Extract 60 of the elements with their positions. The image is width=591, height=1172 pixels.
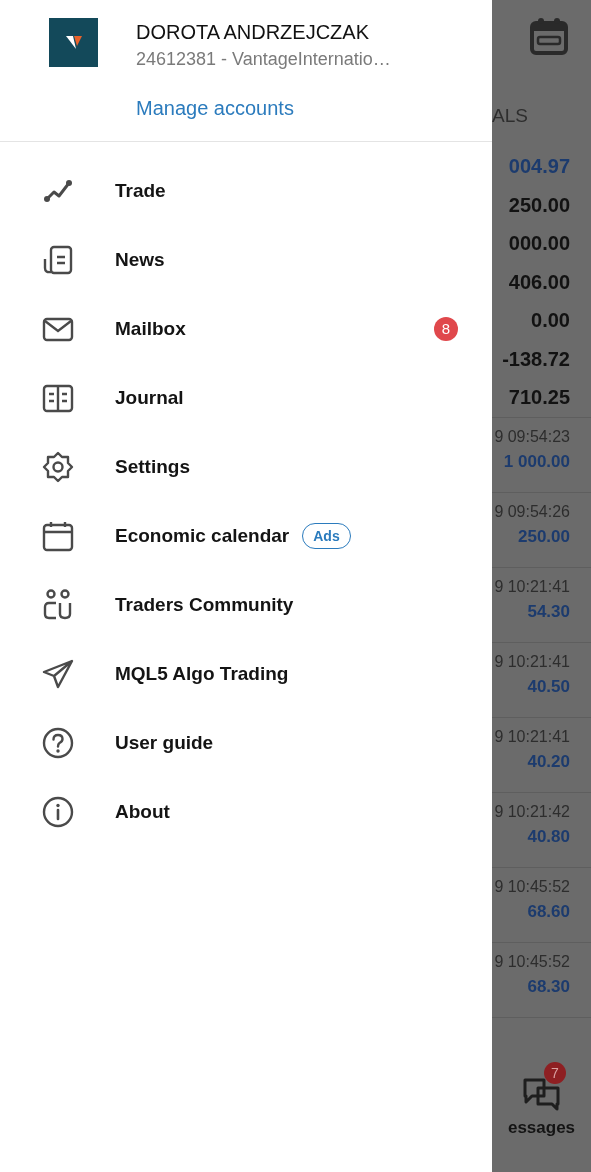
deal-time: 9 10:21:41 — [494, 577, 570, 596]
menu-label: Economic calendar — [115, 524, 290, 547]
menu-label: About — [115, 800, 170, 823]
summary-value: -138.72 — [502, 346, 570, 372]
menu-item[interactable]: News — [0, 225, 492, 294]
chat-icon — [521, 1076, 562, 1112]
deal-amount: 1 000.00 — [503, 451, 570, 472]
logo-icon — [49, 18, 98, 67]
deal-time: 9 10:21:42 — [494, 802, 570, 821]
deal-time: 9 10:21:41 — [494, 727, 570, 746]
paper-plane-icon — [42, 657, 74, 690]
menu-item[interactable]: Traders Community — [0, 570, 492, 639]
menu-item[interactable]: Economic calendar Ads — [0, 501, 492, 570]
calendar-icon[interactable] — [530, 17, 568, 55]
menu-label: Journal — [115, 386, 184, 409]
menu-item[interactable]: User guide — [0, 708, 492, 777]
people-icon — [42, 588, 74, 621]
settings-icon — [42, 450, 74, 483]
deal-amount: 40.80 — [527, 826, 570, 847]
messages-tab[interactable]: 7 essages — [492, 1060, 591, 1138]
deal-amount: 68.60 — [527, 901, 570, 922]
menu-label: User guide — [115, 731, 214, 754]
summary-value: 004.97 — [508, 154, 570, 179]
deal-time: 9 10:45:52 — [494, 952, 570, 971]
menu-label: Traders Community — [115, 593, 294, 616]
deal-time: 9 09:54:23 — [494, 427, 570, 446]
deal-amount: 250.00 — [518, 526, 570, 547]
column-header: ALS — [492, 105, 528, 127]
menu-label: News — [115, 248, 165, 271]
count-badge: 7 — [544, 1062, 566, 1084]
newspaper-icon — [42, 243, 74, 276]
menu-item[interactable]: Settings — [0, 432, 492, 501]
summary-value: 000.00 — [508, 231, 570, 256]
deal-amount: 54.30 — [527, 601, 570, 622]
menu-label: MQL5 Algo Trading — [115, 662, 289, 685]
deal-amount: 40.20 — [527, 751, 570, 772]
menu-item[interactable]: Mailbox 8 — [0, 294, 492, 363]
deal-time: 9 09:54:26 — [494, 502, 570, 521]
menu-item[interactable]: About — [0, 777, 492, 846]
info-icon — [42, 795, 74, 828]
manage-accounts-link[interactable]: Manage accounts — [136, 97, 294, 120]
summary-value: 710.25 — [508, 385, 570, 410]
deal-time: 9 10:21:41 — [494, 652, 570, 671]
help-icon — [42, 726, 74, 759]
deal-amount: 68.30 — [527, 976, 570, 997]
menu-label: Mailbox — [115, 317, 186, 340]
menu-label: Settings — [115, 455, 190, 478]
calendar-icon — [42, 519, 74, 552]
menu-item[interactable]: Trade — [0, 156, 492, 225]
menu-item[interactable]: Journal — [0, 363, 492, 432]
summary-value: 0.00 — [531, 308, 570, 333]
account-name: DOROTA ANDRZEJCZAK — [136, 21, 369, 44]
menu-label: Trade — [115, 179, 166, 202]
summary-value: 250.00 — [508, 192, 570, 218]
deal-time: 9 10:45:52 — [494, 877, 570, 896]
account-details: 24612381 - VantageInternatio… — [136, 49, 391, 70]
menu-item[interactable]: MQL5 Algo Trading — [0, 639, 492, 708]
deal-amount: 40.50 — [527, 676, 570, 697]
summary-value: 406.00 — [508, 269, 570, 295]
count-badge: 8 — [434, 316, 458, 341]
